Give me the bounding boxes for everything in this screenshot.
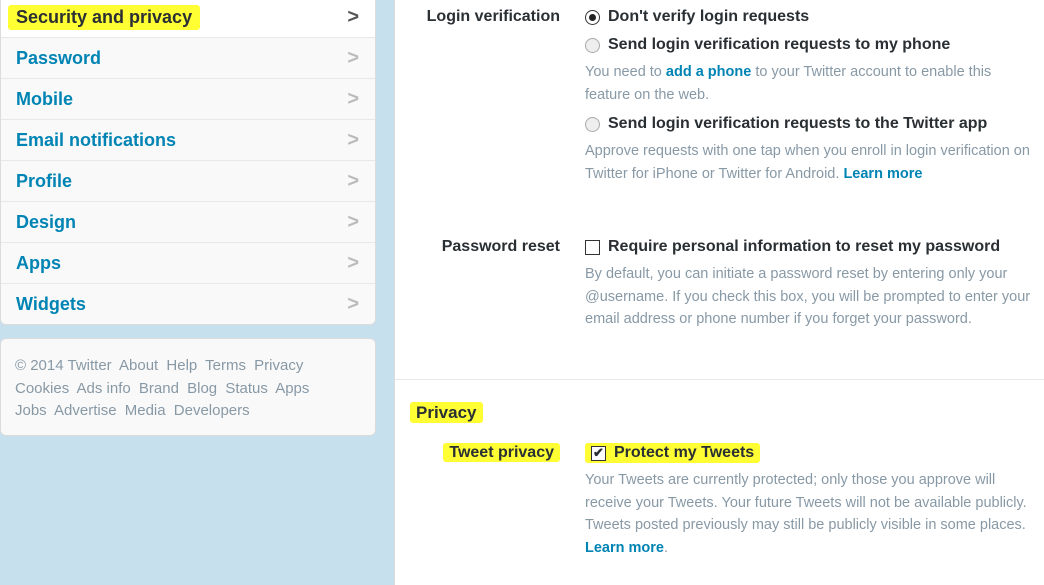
footer-link[interactable]: Terms: [205, 357, 246, 374]
nav-label: Mobile: [16, 88, 73, 109]
footer-link[interactable]: Apps: [275, 380, 309, 397]
chevron-right-icon: >: [347, 87, 359, 110]
divider: [395, 379, 1044, 380]
footer-link[interactable]: Privacy: [254, 357, 303, 374]
settings-content: Login verification Don't verify login re…: [394, 0, 1044, 585]
tweet-privacy-help: Your Tweets are currently protected; onl…: [585, 472, 1027, 556]
nav-item-profile[interactable]: Profile >: [1, 161, 375, 202]
nav-item-design[interactable]: Design >: [1, 202, 375, 243]
footer-links: © 2014 Twitter About Help Terms Privacy …: [0, 338, 376, 436]
learn-more-link[interactable]: Learn more: [843, 166, 922, 182]
nav-item-security-privacy[interactable]: Security and privacy >: [1, 0, 375, 38]
radio-verify-phone[interactable]: Send login verification requests to my p…: [585, 33, 1035, 57]
chevron-right-icon: >: [347, 128, 359, 151]
privacy-section-title: Privacy: [410, 402, 483, 423]
require-info-checkbox[interactable]: Require personal information to reset my…: [585, 235, 1035, 259]
footer-link[interactable]: Status: [225, 380, 268, 397]
footer-link[interactable]: Help: [166, 357, 197, 374]
nav-label: Apps: [16, 252, 61, 273]
nav-item-password[interactable]: Password >: [1, 38, 375, 79]
footer-link[interactable]: Jobs: [15, 402, 47, 419]
radio-disabled-icon[interactable]: [585, 116, 600, 132]
footer-link[interactable]: Developers: [174, 402, 250, 419]
chevron-right-icon: >: [347, 169, 359, 192]
radio-disabled-icon[interactable]: [585, 37, 600, 53]
nav-item-mobile[interactable]: Mobile >: [1, 79, 375, 120]
password-reset-label: Password reset: [441, 238, 560, 255]
radio-selected-icon[interactable]: [585, 9, 600, 25]
nav-label: Profile: [16, 170, 73, 191]
protect-tweets-checkbox[interactable]: ✔ Protect my Tweets: [585, 441, 1035, 465]
learn-more-link[interactable]: Learn more: [585, 540, 664, 556]
chevron-right-icon: >: [347, 251, 359, 274]
tweet-privacy-label: Tweet privacy: [443, 443, 560, 462]
footer-link[interactable]: Ads info: [77, 380, 131, 397]
chevron-right-icon: >: [347, 210, 359, 233]
password-reset-help: By default, you can initiate a password …: [585, 266, 1031, 327]
chevron-right-icon: >: [347, 293, 359, 315]
nav-item-widgets[interactable]: Widgets >: [1, 284, 375, 324]
chevron-right-icon: >: [347, 46, 359, 69]
footer-link[interactable]: Cookies: [15, 380, 69, 397]
nav-item-apps[interactable]: Apps >: [1, 243, 375, 284]
nav-label: Design: [16, 211, 77, 232]
chevron-right-icon: >: [347, 5, 359, 28]
footer-link[interactable]: Brand: [139, 380, 179, 397]
app-help-text: Approve requests with one tap when you e…: [585, 143, 1030, 182]
settings-nav: Security and privacy > Password > Mobile > …: [0, 0, 376, 325]
footer-link[interactable]: Blog: [187, 380, 217, 397]
checkbox-icon[interactable]: [585, 239, 600, 255]
footer-link[interactable]: Media: [125, 402, 166, 419]
footer-link[interactable]: Advertise: [54, 402, 117, 419]
nav-label: Security and privacy: [8, 4, 201, 30]
checkmark-icon[interactable]: ✔: [591, 445, 606, 461]
copyright: © 2014 Twitter: [15, 357, 112, 374]
radio-dont-verify[interactable]: Don't verify login requests: [585, 5, 1035, 29]
phone-help-text: You need to add a phone to your Twitter …: [585, 64, 992, 103]
nav-label: Email notifications: [16, 129, 177, 150]
nav-label: Password: [16, 47, 102, 68]
footer-link[interactable]: About: [119, 357, 158, 374]
radio-verify-app[interactable]: Send login verification requests to the …: [585, 112, 1035, 136]
login-verification-label: Login verification: [426, 8, 560, 25]
add-phone-link[interactable]: add a phone: [666, 64, 751, 80]
nav-item-email-notifications[interactable]: Email notifications >: [1, 120, 375, 161]
nav-label: Widgets: [16, 294, 86, 314]
